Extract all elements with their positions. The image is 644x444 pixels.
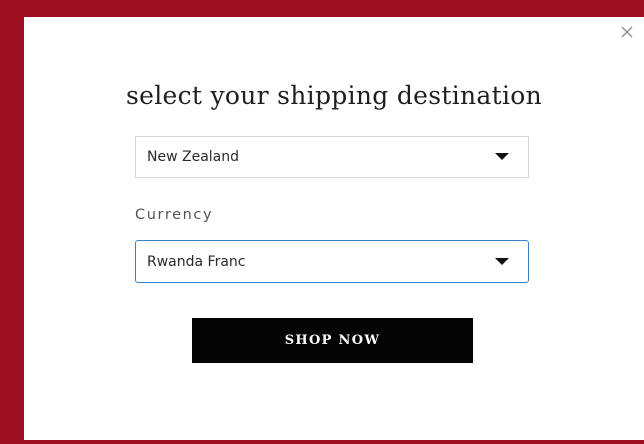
modal-title: select your shipping destination	[125, 81, 543, 110]
chevron-down-icon	[495, 153, 509, 160]
currency-selected-value: Rwanda Franc	[147, 253, 246, 270]
chevron-down-icon	[495, 257, 509, 265]
shop-now-button[interactable]: SHOP NOW	[192, 318, 473, 363]
shipping-destination-modal: select your shipping destination New Zea…	[24, 17, 644, 440]
currency-label: Currency	[135, 207, 214, 223]
destination-selected-value: New Zealand	[147, 149, 239, 165]
close-button[interactable]	[617, 22, 637, 42]
destination-select[interactable]: New Zealand	[135, 136, 529, 178]
close-icon	[621, 26, 633, 38]
currency-select[interactable]: Rwanda Franc	[135, 240, 529, 283]
